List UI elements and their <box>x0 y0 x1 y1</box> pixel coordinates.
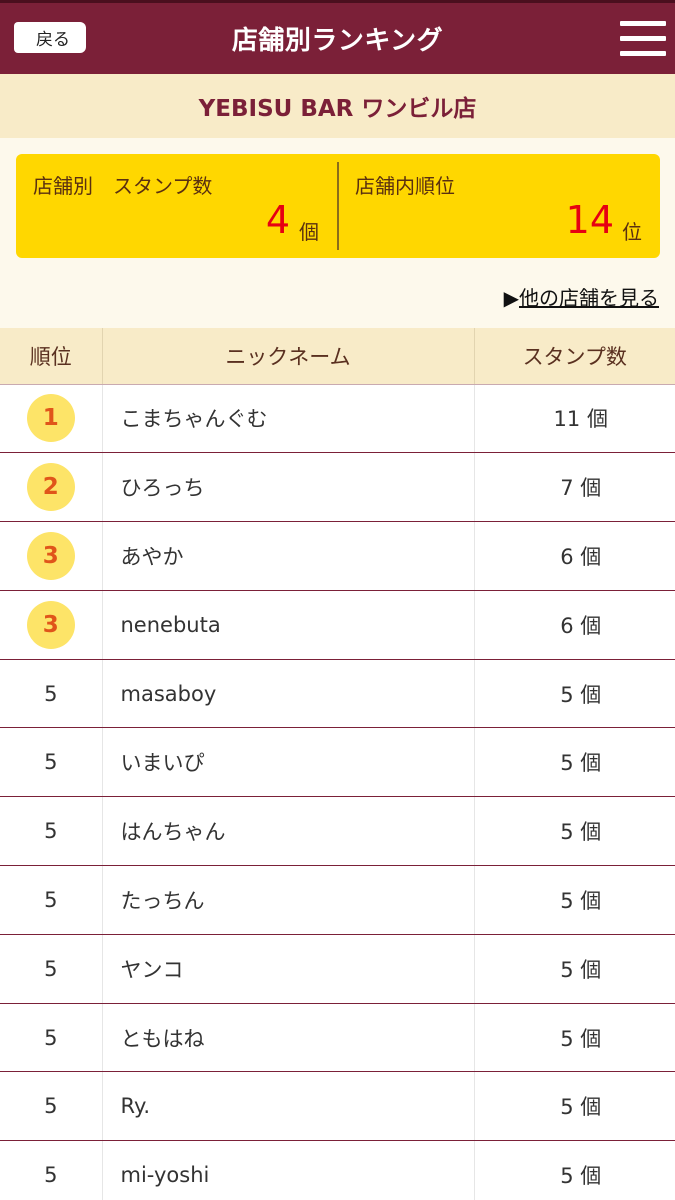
stamp-count-cell: 5 個 <box>474 934 675 1004</box>
column-header-nickname: ニックネーム <box>102 328 475 385</box>
nickname-cell: nenebuta <box>102 590 475 660</box>
table-row: 3 あやか 6 個 <box>0 521 675 591</box>
table-row: 5 ともはね 5 個 <box>0 1003 675 1073</box>
table-row: 5 たっちん 5 個 <box>0 865 675 935</box>
rank-medal-badge: 1 <box>26 394 75 443</box>
rank-number: 5 <box>44 819 58 844</box>
ranking-table: 順位 ニックネーム スタンプ数 1 こまちゃんぐむ 11 個 2 ひろっち 7 個 3 あやか… <box>0 328 675 1200</box>
hamburger-menu-icon[interactable] <box>620 18 666 60</box>
nickname-cell: ヤンコ <box>102 934 475 1004</box>
store-rank-label: 店舗内順位 <box>355 174 455 198</box>
rank-cell: 5 <box>0 934 103 1004</box>
stamp-count-label: 店舗別 スタンプ数 <box>33 174 213 198</box>
stamp-count-value: 4 <box>265 198 290 242</box>
stamp-count-cell: 11 個 <box>474 384 675 454</box>
stamp-count-cell: 5 個 <box>474 796 675 867</box>
stamp-count-cell: 5 個 <box>474 1003 675 1073</box>
rank-cell: 5 <box>0 1003 103 1073</box>
app-header: 戻る 店舗別ランキング <box>0 0 675 74</box>
table-row: 2 ひろっち 7 個 <box>0 452 675 523</box>
rank-cell: 5 <box>0 727 103 798</box>
rank-cell: 5 <box>0 1071 103 1142</box>
nickname-cell: ひろっち <box>102 452 475 523</box>
shop-name: YEBISU BAR ワンビル店 <box>198 96 477 122</box>
table-row: 5 ヤンコ 5 個 <box>0 934 675 1004</box>
table-row: 1 こまちゃんぐむ 11 個 <box>0 384 675 454</box>
rank-cell: 1 <box>0 384 103 454</box>
rank-number: 5 <box>44 956 58 981</box>
rank-cell: 3 <box>0 521 103 591</box>
table-row: 5 masaboy 5 個 <box>0 659 675 729</box>
triangle-right-icon: ▶ <box>503 286 519 310</box>
nickname-cell: はんちゃん <box>102 796 475 867</box>
table-row: 3 nenebuta 6 個 <box>0 590 675 660</box>
rank-number: 5 <box>44 1163 58 1188</box>
nickname-cell: こまちゃんぐむ <box>102 384 475 454</box>
rank-medal-badge: 2 <box>26 463 75 512</box>
stamp-count-cell: 5 個 <box>474 659 675 729</box>
rank-cell: 5 <box>0 865 103 935</box>
store-rank-value: 14 <box>565 198 614 242</box>
rank-medal-badge: 3 <box>26 531 75 580</box>
rank-number: 5 <box>44 887 58 912</box>
back-button-label: 戻る <box>36 30 70 50</box>
summary-box: 店舗別 スタンプ数 4 個 店舗内順位 14 位 <box>16 154 660 258</box>
shop-name-bar: YEBISU BAR ワンビル店 <box>0 74 675 138</box>
column-header-stamps: スタンプ数 <box>474 328 675 385</box>
nickname-cell: Ry. <box>102 1071 475 1142</box>
table-row: 5 いまいぴ 5 個 <box>0 727 675 798</box>
nickname-cell: masaboy <box>102 659 475 729</box>
table-header-row: 順位 ニックネーム スタンプ数 <box>0 328 675 385</box>
nickname-cell: mi-yoshi <box>102 1140 475 1200</box>
stamp-count-cell: 5 個 <box>474 1071 675 1142</box>
stamp-count-cell: 5 個 <box>474 1140 675 1200</box>
rank-number: 5 <box>44 681 58 706</box>
rank-cell: 5 <box>0 659 103 729</box>
rank-number: 5 <box>44 1025 58 1050</box>
other-shops-link[interactable]: ▶他の店舗を見る <box>504 282 659 311</box>
rank-cell: 3 <box>0 590 103 660</box>
rank-cell: 5 <box>0 796 103 867</box>
table-row: 5 はんちゃん 5 個 <box>0 796 675 867</box>
stamp-count-cell: 6 個 <box>474 590 675 660</box>
rank-number: 5 <box>44 1094 58 1119</box>
nickname-cell: いまいぴ <box>102 727 475 798</box>
page-title: 店舗別ランキング <box>231 26 444 56</box>
nickname-cell: あやか <box>102 521 475 591</box>
stamp-count-cell: 6 個 <box>474 521 675 591</box>
rank-cell: 2 <box>0 452 103 523</box>
back-button[interactable]: 戻る <box>14 22 86 53</box>
store-rank-unit: 位 <box>622 220 642 244</box>
stamp-count-cell: 5 個 <box>474 727 675 798</box>
nickname-cell: たっちん <box>102 865 475 935</box>
table-row: 5 mi-yoshi 5 個 <box>0 1140 675 1200</box>
nickname-cell: ともはね <box>102 1003 475 1073</box>
table-row: 5 Ry. 5 個 <box>0 1071 675 1142</box>
stamp-count-unit: 個 <box>299 220 319 244</box>
column-header-rank: 順位 <box>0 328 103 385</box>
stamp-count-cell: 7 個 <box>474 452 675 523</box>
rank-cell: 5 <box>0 1140 103 1200</box>
summary-divider <box>337 162 339 250</box>
stamp-count-cell: 5 個 <box>474 865 675 935</box>
rank-medal-badge: 3 <box>26 600 75 649</box>
other-shops-link-label: 他の店舗を見る <box>519 286 659 310</box>
rank-number: 5 <box>44 750 58 775</box>
